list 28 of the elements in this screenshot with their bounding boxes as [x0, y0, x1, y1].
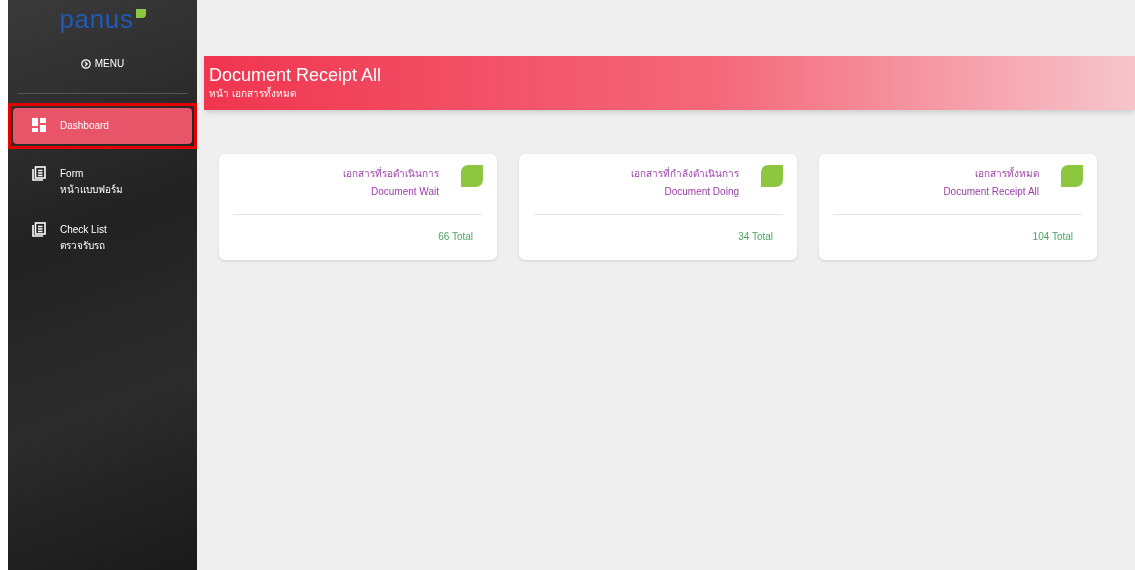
- header-subtitle: หน้า เอกสารทั้งหมด: [209, 86, 297, 101]
- card-subtitle: Document Doing: [664, 185, 739, 199]
- leaf-icon: [461, 165, 483, 187]
- leaf-icon: [761, 165, 783, 187]
- card-title: เอกสารที่รอดำเนินการ: [343, 165, 439, 181]
- card-title: เอกสารที่กำลังดำเนินการ: [631, 165, 739, 181]
- item-label: Check List: [60, 223, 107, 237]
- card-total: 104 Total: [1032, 230, 1073, 244]
- item-sublabel: ตรวจรับรถ: [60, 239, 106, 253]
- sidebar-item[interactable]: Check List ตรวจรับรถ: [13, 220, 192, 256]
- header-title: Document Receipt All: [209, 64, 383, 86]
- card-total: 66 Total: [438, 230, 473, 244]
- item-label: Dashboard: [60, 119, 109, 133]
- logo-text: panus: [59, 4, 134, 34]
- card-subtitle: Document Wait: [371, 185, 439, 199]
- document-list-icon: [32, 166, 46, 181]
- document-list-icon: [32, 222, 46, 237]
- item-label: Form: [60, 167, 85, 181]
- sidebar-item[interactable]: Dashboard: [13, 108, 192, 144]
- menu-button[interactable]: MENU: [80, 56, 125, 71]
- card-title: เอกสารทั้งหมด: [975, 165, 1039, 181]
- card-subtitle: Document Receipt All: [943, 185, 1039, 199]
- card-total: 34 Total: [738, 230, 773, 244]
- item-sublabel: หน้าแบบฟอร์ม: [60, 183, 123, 197]
- dashboard-icon: [32, 118, 46, 132]
- leaf-icon: [1061, 165, 1083, 187]
- sidebar-item[interactable]: Form หน้าแบบฟอร์ม: [13, 164, 192, 200]
- leaf-icon: [135, 8, 146, 18]
